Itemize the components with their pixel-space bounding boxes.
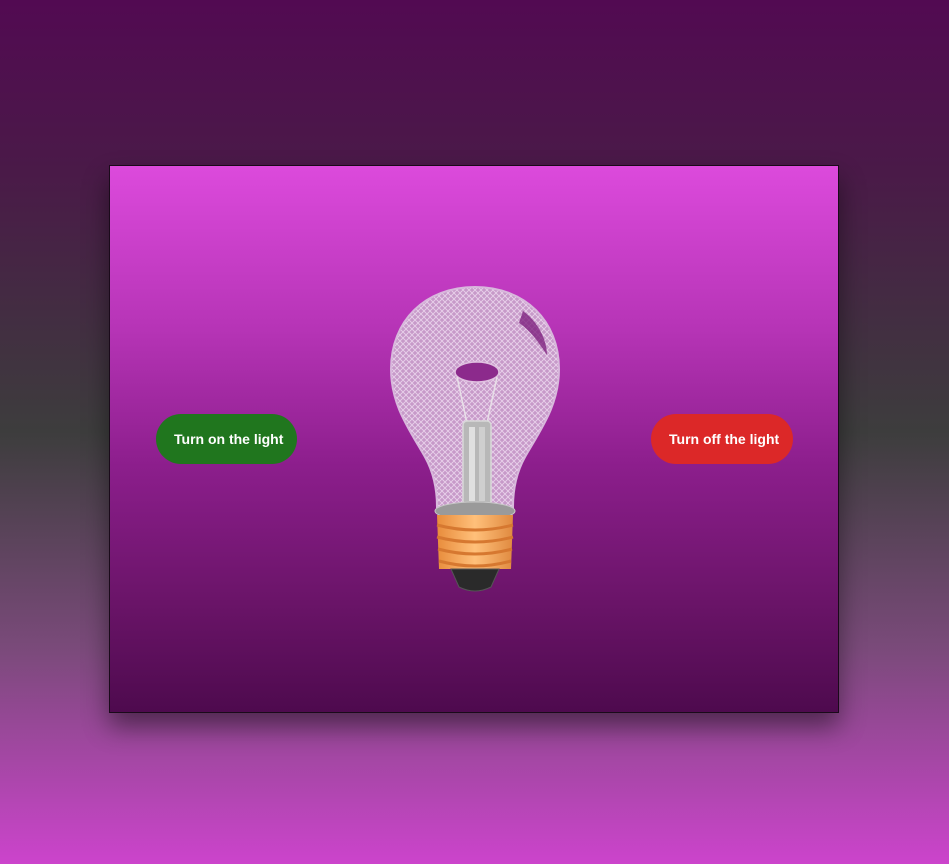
turn-on-button[interactable]: Turn on the light: [156, 414, 297, 464]
light-panel: Turn on the light Turn off the light: [109, 165, 839, 713]
turn-off-button[interactable]: Turn off the light: [651, 414, 793, 464]
lightbulb-icon: [389, 285, 561, 592]
